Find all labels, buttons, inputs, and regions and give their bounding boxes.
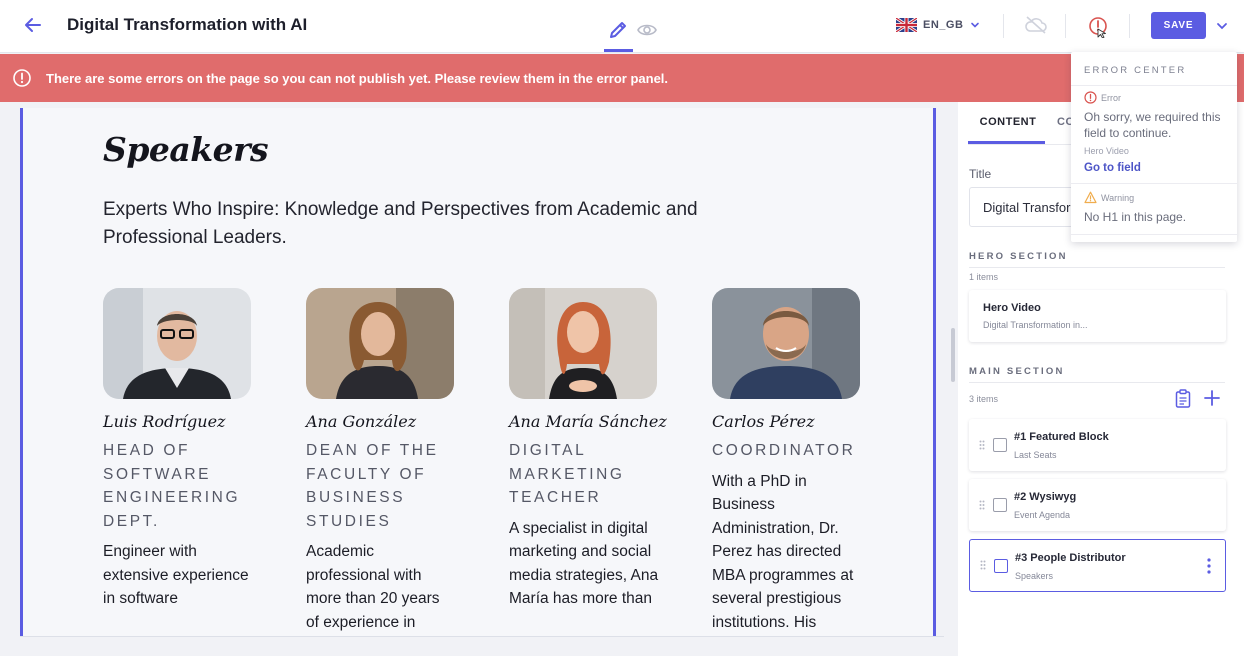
error-type-label: Error (1101, 93, 1121, 103)
speaker-role: COORDINATOR (712, 442, 856, 459)
title-label: Title (969, 167, 992, 181)
main-section-label: MAIN SECTION (969, 366, 1065, 377)
panel-resize-handle[interactable] (951, 328, 955, 382)
speaker-bio: Engineer with extensive experience in so… (103, 543, 249, 607)
divider (1065, 14, 1066, 38)
divider (1003, 14, 1004, 38)
speaker-bio: Academic professional with more than 20 … (306, 543, 440, 631)
speaker-photo (103, 288, 251, 399)
speaker-bio: With a PhD in Business Administration, D… (712, 472, 854, 631)
add-icon[interactable] (1203, 389, 1221, 407)
back-arrow-icon[interactable] (22, 14, 44, 36)
error-banner-message: There are some errors on the page so you… (46, 71, 669, 86)
error-center-title: ERROR CENTER (1084, 65, 1187, 76)
eye-icon[interactable] (636, 19, 658, 41)
alert-circle-icon (13, 69, 31, 87)
speaker-role: HEAD OF SOFTWARE ENGINEERING DEPT. (103, 442, 241, 530)
item-checkbox[interactable] (993, 498, 1007, 512)
card-title: #1 Featured Block (1014, 431, 1109, 443)
save-button[interactable]: SAVE (1151, 12, 1206, 39)
save-options-chevron-icon[interactable] (1214, 18, 1230, 34)
error-message: Oh sorry, we required this field to cont… (1084, 110, 1221, 140)
top-bar: Digital Transformation with AI EN_GB SAV… (0, 0, 1244, 53)
speaker-name: Ana María Sánchez (509, 412, 667, 431)
card-title: #2 Wysiwyg (1014, 491, 1077, 503)
speaker-photo (712, 288, 860, 399)
card-subtitle: Last Seats (1014, 450, 1057, 460)
item-checkbox[interactable] (994, 559, 1008, 573)
divider (1071, 85, 1237, 86)
error-center-popover: ERROR CENTER Error Oh sorry, we required… (1071, 52, 1237, 242)
card-title: #3 People Distributor (1015, 552, 1126, 564)
section-title[interactable]: Speakers (103, 130, 269, 169)
tab-content[interactable]: CONTENT (970, 114, 1046, 144)
drag-handle-icon[interactable] (980, 560, 986, 570)
go-to-field-link[interactable]: Go to field (1084, 162, 1141, 174)
divider (1071, 234, 1237, 235)
speaker-card[interactable]: Luis Rodríguez HEAD OF SOFTWARE ENGINEER… (103, 288, 263, 611)
hero-section-count: 1 items (969, 272, 999, 282)
speaker-role: DEAN OF THE FACULTY OF BUSINESS STUDIES (306, 442, 439, 530)
main-item-card[interactable]: #2 Wysiwyg Event Agenda (969, 479, 1226, 531)
card-subtitle: Event Agenda (1014, 510, 1071, 520)
edit-mode-indicator (604, 49, 633, 52)
hero-section-label: HERO SECTION (969, 251, 1068, 262)
warning-message: No H1 in this page. (1084, 210, 1187, 224)
divider (1129, 14, 1130, 38)
pencil-icon[interactable] (606, 18, 630, 42)
divider (969, 267, 1225, 268)
divider (1071, 183, 1237, 184)
error-center-icon[interactable] (1086, 14, 1110, 38)
card-subtitle: Digital Transformation in... (983, 320, 1088, 330)
main-item-card[interactable]: #3 People Distributor Speakers (969, 539, 1226, 592)
card-subtitle: Speakers (1015, 571, 1054, 581)
section-subtitle[interactable]: Experts Who Inspire: Knowledge and Persp… (103, 196, 763, 252)
speaker-bio: A specialist in digital marketing and so… (509, 519, 659, 608)
cloud-off-icon (1025, 16, 1047, 34)
speaker-card[interactable]: Carlos Pérez COORDINATOR With a PhD in B… (712, 288, 872, 634)
warning-type-label: Warning (1101, 193, 1135, 203)
speaker-name: Luis Rodríguez (103, 412, 226, 431)
main-section-count: 3 items (969, 394, 999, 404)
language-selector[interactable]: EN_GB (896, 15, 981, 35)
speaker-photo (509, 288, 657, 399)
card-title: Hero Video (983, 302, 1041, 314)
chevron-down-icon (971, 22, 980, 28)
error-banner: There are some errors on the page so you… (0, 54, 1244, 102)
clipboard-icon[interactable] (1174, 389, 1192, 408)
page-title: Digital Transformation with AI (67, 15, 308, 34)
warning-icon (1084, 191, 1097, 204)
drag-handle-icon[interactable] (979, 440, 985, 450)
hero-item-card[interactable]: Hero Video Digital Transformation in... (969, 290, 1226, 342)
canvas-bottom-border (20, 636, 944, 637)
speaker-role: DIGITAL MARKETING TEACHER (509, 442, 625, 506)
more-options-icon[interactable] (1207, 558, 1211, 574)
speaker-name: Carlos Pérez (712, 412, 815, 431)
speaker-card[interactable]: Ana María Sánchez DIGITAL MARKETING TEAC… (509, 288, 669, 611)
speaker-card[interactable]: Ana González DEAN OF THE FACULTY OF BUSI… (306, 288, 466, 634)
page-canvas[interactable]: Speakers Experts Who Inspire: Knowledge … (20, 108, 936, 636)
item-checkbox[interactable] (993, 438, 1007, 452)
divider (969, 382, 1225, 383)
drag-handle-icon[interactable] (979, 500, 985, 510)
main-item-card[interactable]: #1 Featured Block Last Seats (969, 419, 1226, 471)
speaker-name: Ana González (306, 412, 417, 431)
error-field-name: Hero Video (1084, 146, 1129, 156)
speaker-photo (306, 288, 454, 399)
language-code: EN_GB (923, 19, 964, 31)
uk-flag-icon (896, 18, 917, 32)
error-icon (1084, 91, 1097, 104)
